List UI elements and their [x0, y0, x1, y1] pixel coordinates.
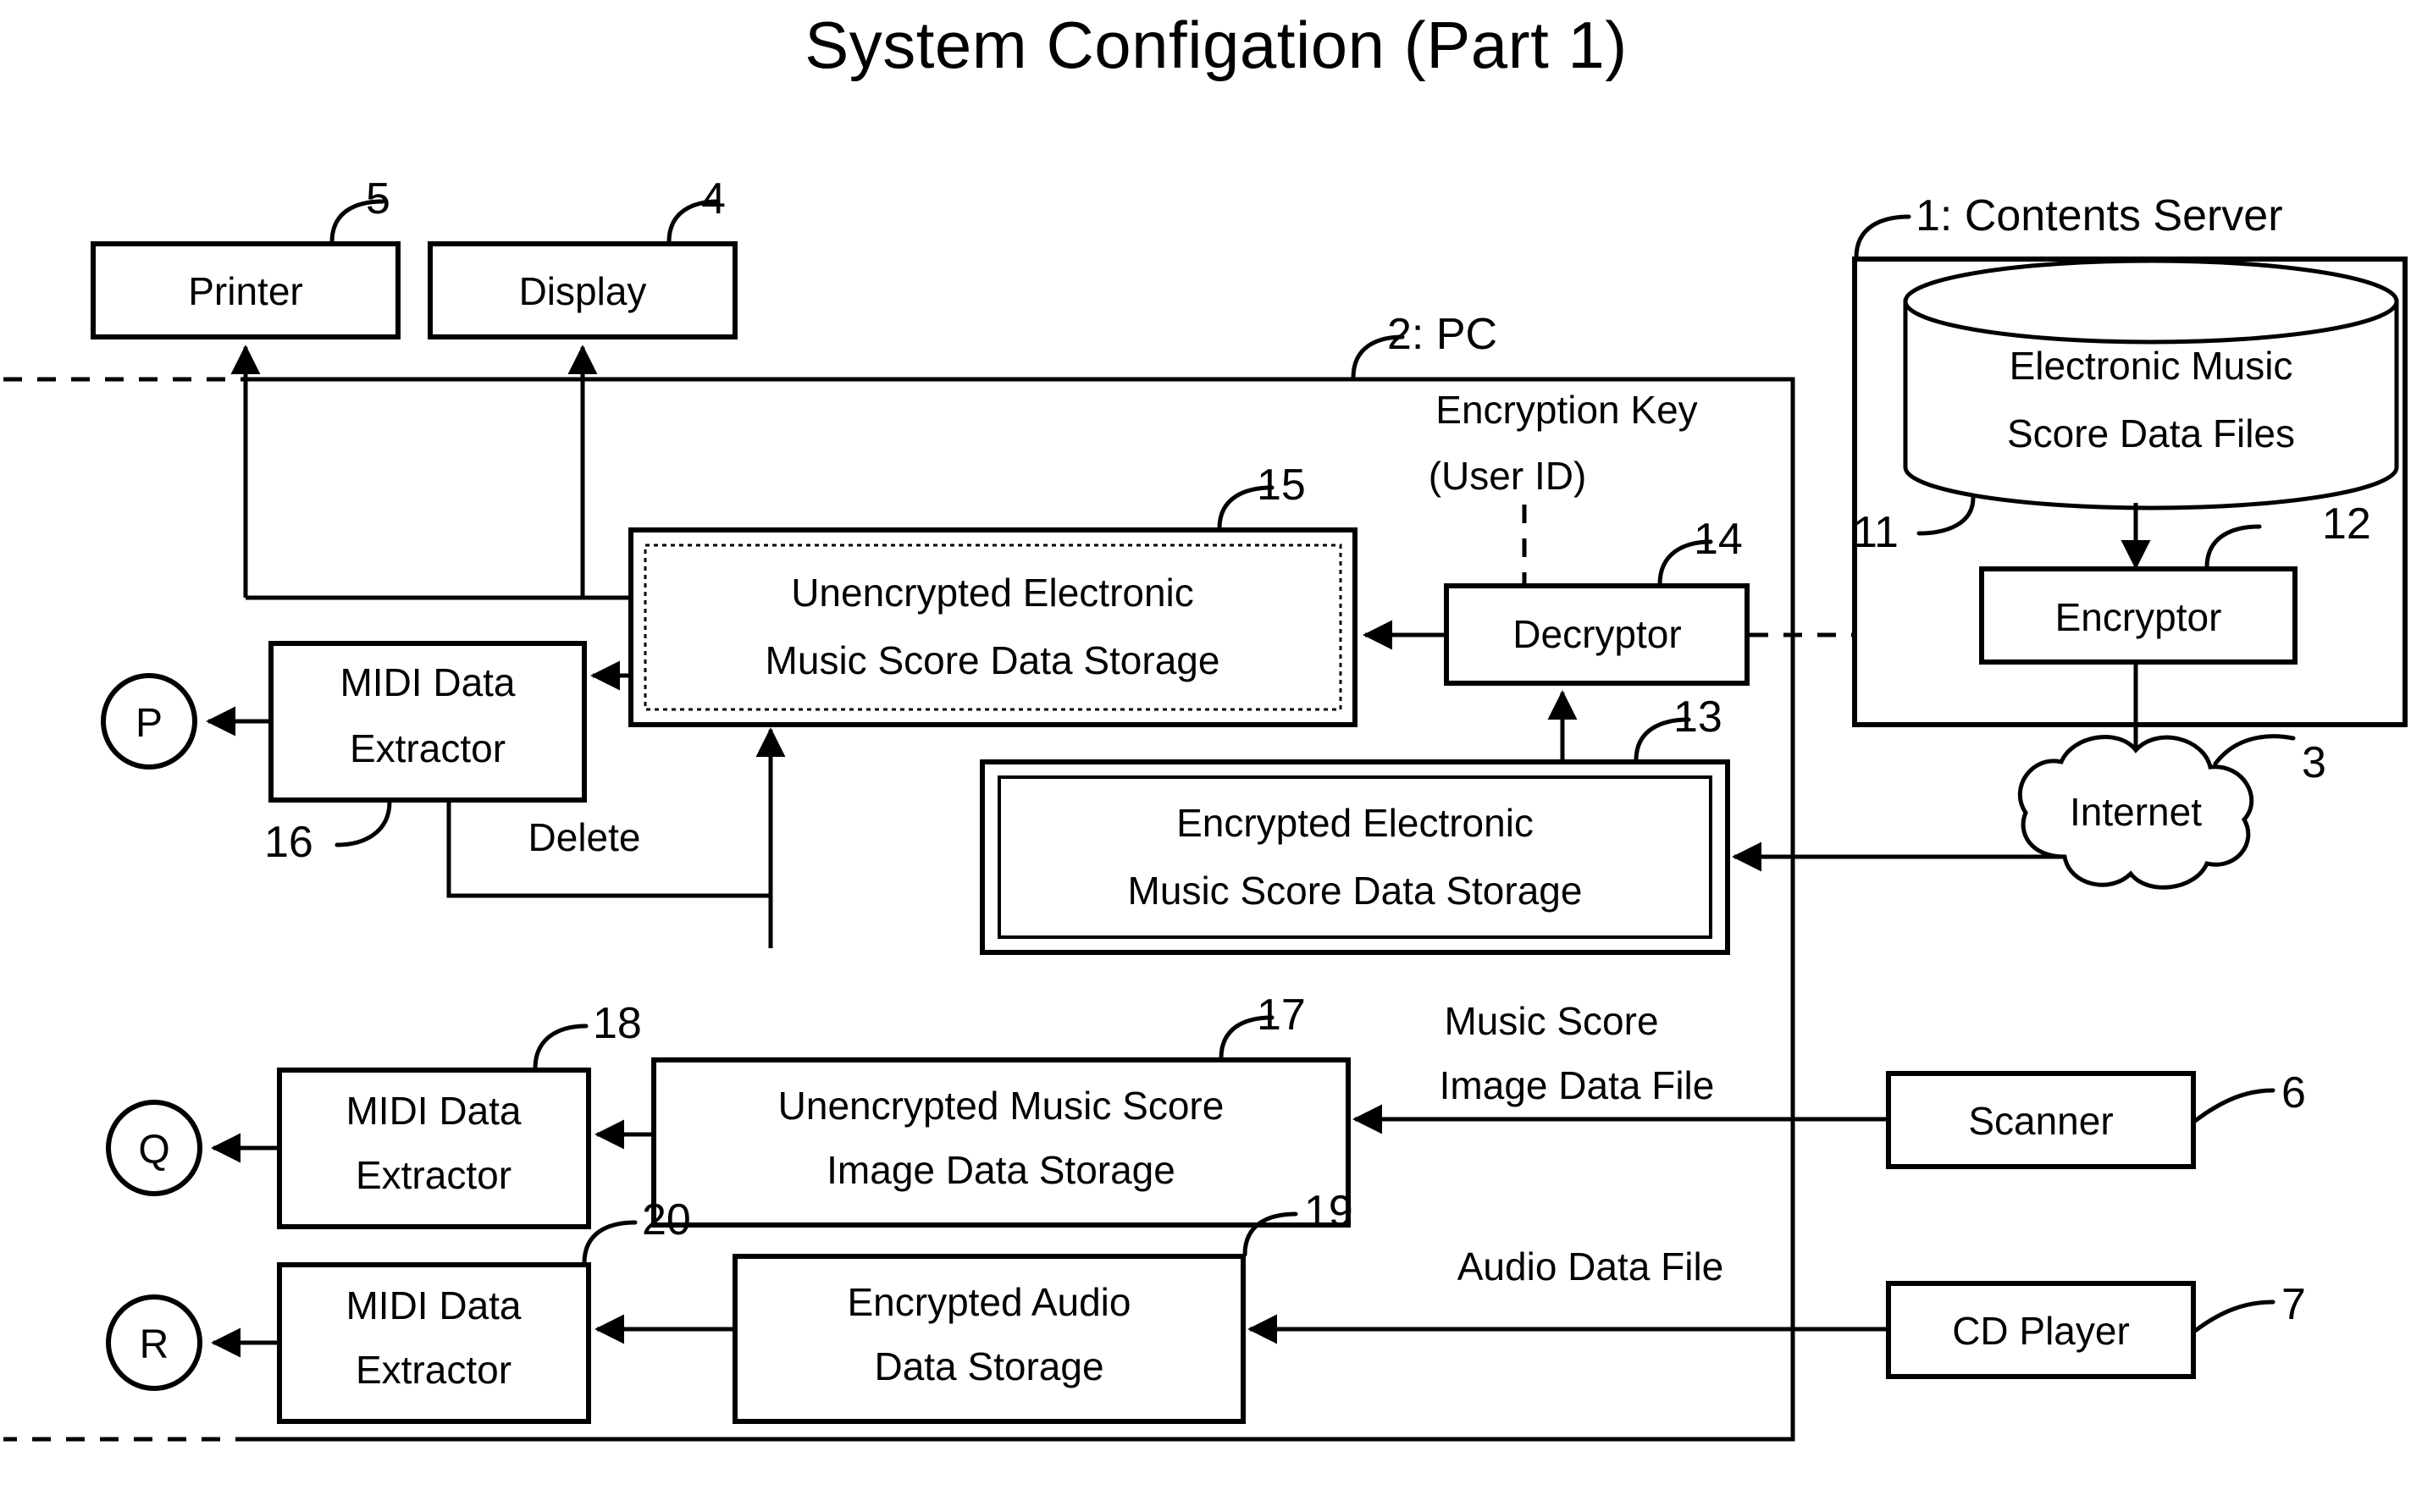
page-title: System Configation (Part 1) [805, 8, 1628, 82]
midi-extractor-r-leader [582, 1220, 638, 1266]
midi-extractor-q-label-2: Extractor [356, 1153, 511, 1197]
unencrypted-score-storage-label-1: Unencrypted Electronic [791, 571, 1194, 615]
scanner-label: Scanner [1968, 1099, 2113, 1143]
music-score-image-file-label-1: Music Score [1444, 999, 1658, 1043]
internet-label: Internet [2070, 790, 2202, 834]
terminal-p-label: P [135, 701, 163, 746]
encrypted-score-storage-label-2: Music Score Data Storage [1128, 869, 1583, 913]
midi-extractor-q-ref: 18 [593, 999, 642, 1048]
diagram-canvas: System Configation (Part 1) Printer 5 Di… [0, 0, 2433, 1512]
display-node[interactable]: Display [428, 241, 738, 339]
display-ref: 4 [701, 174, 726, 223]
encryption-key-label-2: (User ID) [1429, 454, 1587, 498]
display-label: Display [519, 269, 647, 313]
system-configuration-diagram: System Configation (Part 1) Printer 5 Di… [3, 8, 2408, 1442]
midi-extractor-p-label-1: MIDI Data [340, 660, 515, 704]
cd-player-label: CD Player [1952, 1309, 2130, 1353]
cd-player-node[interactable]: CD Player [1886, 1281, 2196, 1379]
encrypted-score-storage-label-1: Encrypted Electronic [1176, 801, 1534, 845]
contents-server-leader [1854, 214, 1911, 260]
midi-extractor-p-node[interactable]: MIDI Data Extractor [268, 641, 587, 803]
scanner-node[interactable]: Scanner [1886, 1071, 2196, 1169]
midi-extractor-r-node[interactable]: MIDI Data Extractor [277, 1262, 591, 1424]
midi-extractor-q-leader [533, 1024, 589, 1071]
decryptor-label: Decryptor [1512, 612, 1681, 656]
unencrypted-score-storage-node[interactable]: Unencrypted Electronic Music Score Data … [628, 527, 1358, 727]
delete-edge-label: Delete [528, 815, 641, 859]
unencrypted-score-storage-label-2: Music Score Data Storage [766, 638, 1220, 682]
midi-extractor-r-label-2: Extractor [356, 1348, 511, 1392]
score-files-ref: 11 [1853, 508, 1899, 557]
printer-ref: 5 [366, 174, 390, 223]
score-files-label-1: Electronic Music [2010, 344, 2293, 388]
terminal-q-label: Q [138, 1128, 169, 1173]
midi-extractor-q-label-1: MIDI Data [346, 1089, 521, 1133]
decryptor-ref: 14 [1694, 515, 1743, 564]
terminal-r-label: R [140, 1322, 169, 1367]
encrypted-audio-storage-node[interactable]: Encrypted Audio Data Storage [733, 1254, 1246, 1424]
midi-extractor-p-ref: 16 [264, 818, 313, 867]
midi-extractor-p-leader [335, 799, 392, 847]
scanner-leader [2192, 1088, 2275, 1123]
encryptor-node[interactable]: Encryptor [1979, 566, 2298, 665]
unencrypted-image-storage-ref: 17 [1257, 991, 1306, 1040]
encryptor-label: Encryptor [2055, 595, 2222, 639]
encrypted-audio-storage-ref: 19 [1304, 1187, 1353, 1236]
cd-player-leader [2192, 1300, 2275, 1333]
internet-ref: 3 [2302, 738, 2326, 787]
electronic-music-score-files-cylinder[interactable]: Electronic Music Score Data Files [1903, 258, 2399, 510]
encrypted-audio-storage-label-1: Encrypted Audio [847, 1280, 1131, 1324]
cd-player-ref: 7 [2281, 1280, 2306, 1329]
pc-label: 2: PC [1387, 310, 1497, 359]
midi-extractor-p-label-2: Extractor [350, 726, 506, 770]
encrypted-score-storage-ref: 13 [1673, 693, 1722, 742]
scanner-ref: 6 [2281, 1068, 2306, 1117]
cylinder-top-ellipse [1903, 258, 2399, 345]
audio-data-file-label: Audio Data File [1457, 1244, 1724, 1289]
printer-label: Printer [188, 269, 302, 313]
encrypted-score-storage-node[interactable]: Encrypted Electronic Music Score Data St… [980, 759, 1730, 955]
unencrypted-image-storage-node[interactable]: Unencrypted Music Score Image Data Stora… [651, 1057, 1351, 1228]
midi-extractor-q-node[interactable]: MIDI Data Extractor [277, 1068, 591, 1229]
encrypted-audio-storage-label-2: Data Storage [874, 1344, 1103, 1388]
unencrypted-score-storage-box[interactable] [628, 527, 1358, 727]
printer-node[interactable]: Printer [91, 241, 401, 339]
score-files-label-2: Score Data Files [2007, 411, 2295, 455]
decryptor-node[interactable]: Decryptor [1444, 583, 1750, 686]
encryption-key-label-1: Encryption Key [1435, 388, 1697, 432]
music-score-image-file-label-2: Image Data File [1440, 1063, 1715, 1107]
midi-extractor-r-label-1: MIDI Data [346, 1283, 521, 1327]
unencrypted-image-storage-label-2: Image Data Storage [827, 1148, 1175, 1192]
midi-extractor-r-ref: 20 [642, 1195, 691, 1244]
encryptor-ref: 12 [2322, 499, 2371, 549]
internet-leader [2213, 734, 2296, 766]
unencrypted-image-storage-label-1: Unencrypted Music Score [778, 1084, 1225, 1128]
contents-server-label: 1: Contents Server [1916, 191, 2283, 240]
unencrypted-score-storage-ref: 15 [1257, 461, 1306, 510]
encrypted-score-storage-box[interactable] [980, 759, 1730, 955]
